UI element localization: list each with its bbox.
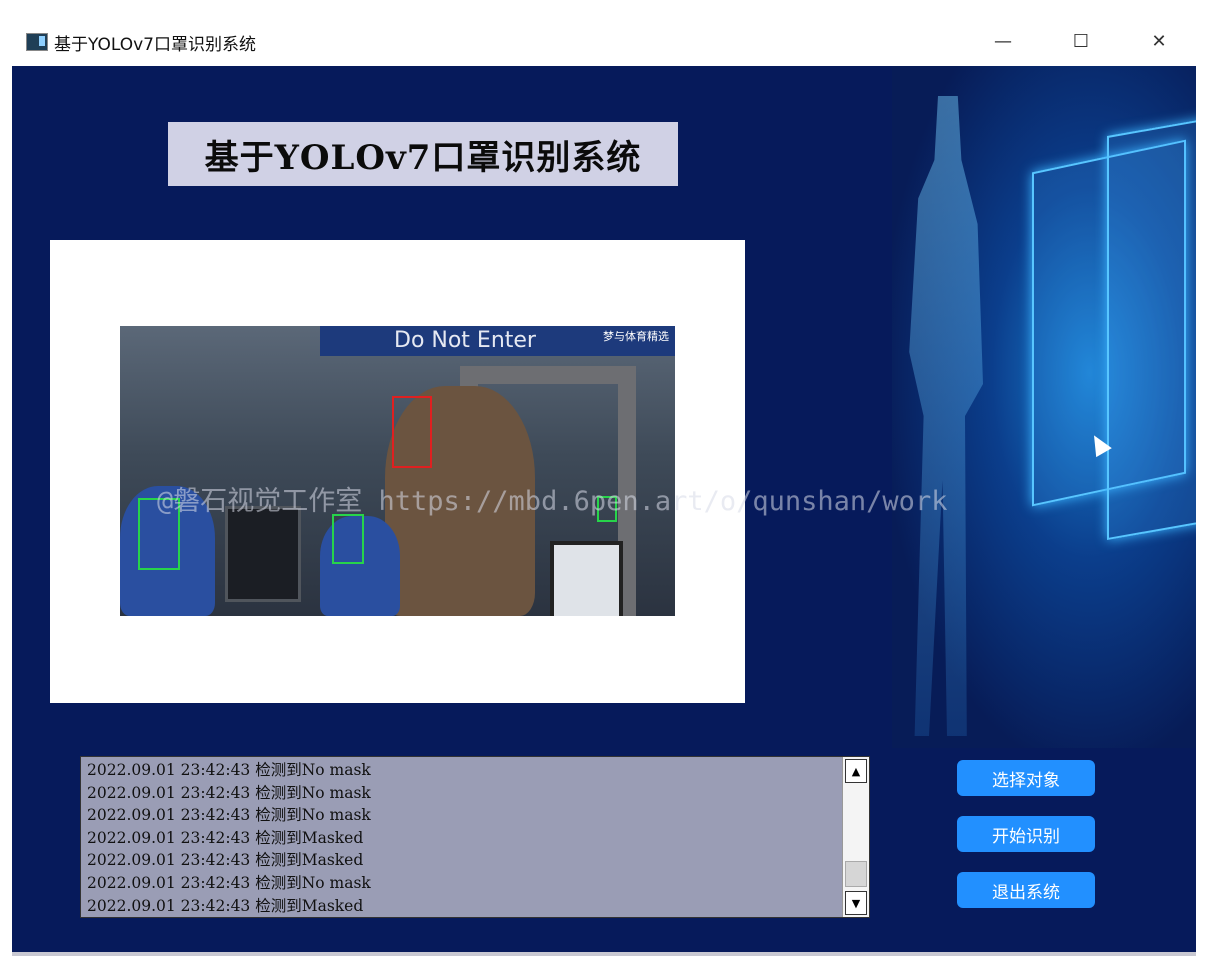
main-area: 基于YOLOv7口罩识别系统 Do Not Enter 梦与体育精选 @磐石视觉… [12,66,1196,952]
hologram-screen [1107,115,1196,541]
log-line: 2022.09.01 23:42:43 检测到No mask [87,761,371,779]
scroll-down-icon[interactable]: ▼ [845,891,867,915]
app-icon [26,33,48,51]
maximize-button[interactable]: ☐ [1056,24,1106,58]
log-line: 2022.09.01 23:42:43 检测到Masked [87,851,364,870]
log-scrollbar[interactable]: ▲ ▼ [842,757,869,917]
log-line: 2022.09.01 23:42:43 检测到Masked [87,828,364,847]
channel-tag: 梦与体育精选 [603,330,669,343]
doctor-hologram [909,96,983,736]
start-detection-button[interactable]: 开始识别 [957,816,1095,852]
tech-artwork [892,66,1196,748]
sign-banner: Do Not Enter 梦与体育精选 [320,326,675,356]
log-lines: 2022.09.01 23:42:43 检测到No mask 2022.09.0… [87,759,837,917]
minimize-icon: — [994,30,1012,52]
log-textbox[interactable]: 2022.09.01 23:42:43 检测到No mask 2022.09.0… [80,756,870,918]
scroll-thumb[interactable] [845,861,867,887]
log-line: 2022.09.01 23:42:43 检测到No mask [87,783,371,802]
watermark-text: @磐石视觉工作室 https://mbd.6pen.art/o/qunshan/… [157,486,948,517]
window-titlebar: 基于YOLOv7口罩识别系统 — ☐ ✕ [12,16,1196,66]
scroll-up-icon[interactable]: ▲ [845,759,867,783]
log-line: 2022.09.01 23:42:43 检测到No mask [87,873,371,892]
image-display-panel: Do Not Enter 梦与体育精选 [50,240,745,703]
banner-text: Do Not Enter [394,328,536,353]
no-mask-box [392,396,432,468]
header-box: 基于YOLOv7口罩识别系统 [168,122,678,186]
kiosk-shape [550,541,623,616]
detection-image: Do Not Enter 梦与体育精选 [120,326,675,616]
exit-system-button[interactable]: 退出系统 [957,872,1095,908]
log-line: 2022.09.01 23:42:43 检测到Masked [87,896,364,915]
select-object-button[interactable]: 选择对象 [957,760,1095,796]
page-title: 基于YOLOv7口罩识别系统 [204,137,642,178]
close-icon: ✕ [1151,30,1167,52]
window-bottom-border [12,952,1196,956]
mask-box [332,514,364,564]
minimize-button[interactable]: — [978,24,1028,58]
close-button[interactable]: ✕ [1134,24,1184,58]
maximize-icon: ☐ [1072,30,1090,52]
window-title: 基于YOLOv7口罩识别系统 [54,35,256,55]
monitor-shape [225,506,301,602]
log-line: 2022.09.01 23:42:43 检测到No mask [87,806,371,825]
